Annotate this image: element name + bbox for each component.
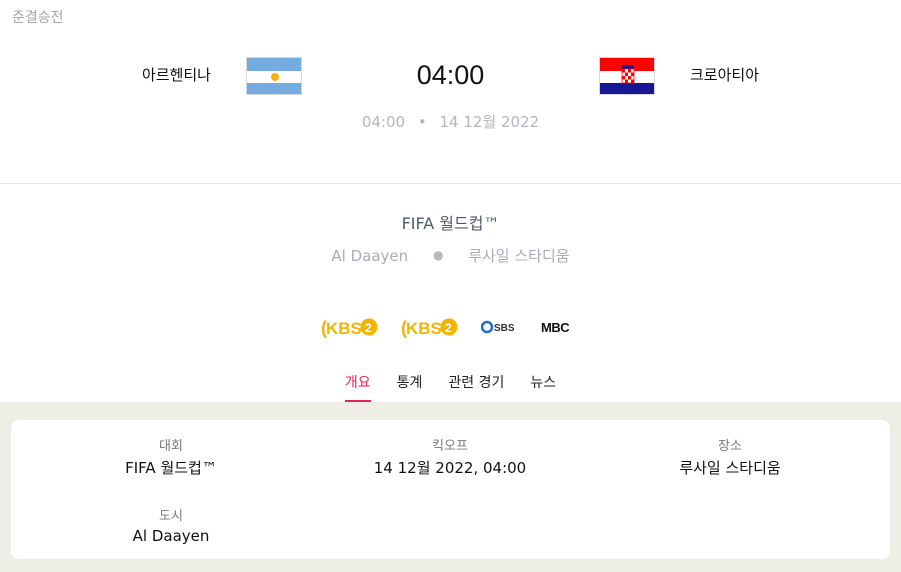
kbs2-logo-graphic: ( KBS 2 [401, 318, 457, 338]
venue-stadium: 루사일 스타디움 [468, 247, 570, 265]
sbs-logo-graphic: SBS [480, 320, 515, 334]
detail-venue-label: 장소 [718, 439, 742, 454]
stage-label: 준결승전 [12, 10, 64, 26]
detail-competition-value[interactable]: FIFA 월드컵™ [11, 457, 331, 478]
venue-line: Al Daayen ● 루사일 스타디움 [0, 245, 901, 266]
match-datetime: 04:00 • 14 12월 2022 [0, 111, 901, 132]
tab-stats[interactable]: 통계 [397, 368, 423, 402]
kickoff-time: 04:00 [361, 113, 406, 131]
kbs2-logo-icon[interactable]: ( KBS 2 [399, 315, 463, 339]
broadcaster-list: ( KBS 2 ( KBS 2 SBS MBC [0, 314, 901, 340]
header-divider [0, 183, 901, 184]
datetime-separator: • [417, 113, 427, 131]
svg-text:2: 2 [365, 321, 372, 335]
detail-kickoff-label: 킥오프 [432, 439, 468, 454]
croatia-flag-icon[interactable] [599, 57, 655, 95]
match-tabs: 개요 통계 관련 경기 뉴스 [0, 368, 901, 402]
detail-kickoff: 킥오프 14 12월 2022, 04:00 [290, 435, 610, 478]
svg-text:KBS: KBS [326, 319, 362, 338]
croatia-flag-graphic [600, 58, 654, 94]
kbs2-logo-graphic: ( KBS 2 [321, 318, 377, 338]
venue-city: Al Daayen [331, 247, 409, 265]
svg-text:2: 2 [445, 321, 452, 335]
detail-city-label: 도시 [159, 509, 183, 524]
mbc-logo-graphic: MBC [541, 320, 571, 335]
detail-kickoff-value: 14 12월 2022, 04:00 [373, 459, 527, 477]
svg-text:KBS: KBS [406, 319, 442, 338]
detail-city: 도시 Al Daayen [11, 505, 331, 545]
detail-competition-label: 대회 [159, 439, 183, 454]
mbc-logo-icon[interactable]: MBC [535, 315, 583, 339]
tab-overview[interactable]: 개요 [344, 368, 371, 402]
match-details-card: 대회 FIFA 월드컵™ 킥오프 14 12월 2022, 04:00 장소 루… [11, 420, 890, 559]
detail-competition: 대회 FIFA 월드컵™ [11, 435, 331, 478]
detail-city-value: Al Daayen [132, 527, 210, 545]
svg-text:SBS: SBS [494, 323, 515, 334]
svg-text:MBC: MBC [541, 320, 570, 335]
match-score: 04:00 [416, 60, 485, 90]
tab-related-matches[interactable]: 관련 경기 [448, 368, 504, 402]
sbs-logo-icon[interactable]: SBS [479, 315, 519, 339]
away-team-name[interactable]: 크로아티아 [690, 64, 759, 85]
competition-name[interactable]: FIFA 월드컵™ [0, 210, 901, 234]
detail-venue: 장소 루사일 스타디움 [570, 435, 890, 478]
kbs2-logo-icon[interactable]: ( KBS 2 [319, 315, 383, 339]
tab-news[interactable]: 뉴스 [530, 368, 556, 402]
venue-separator: ● [432, 248, 444, 262]
kickoff-date: 14 12월 2022 [439, 113, 540, 131]
detail-venue-value: 루사일 스타디움 [679, 459, 781, 477]
